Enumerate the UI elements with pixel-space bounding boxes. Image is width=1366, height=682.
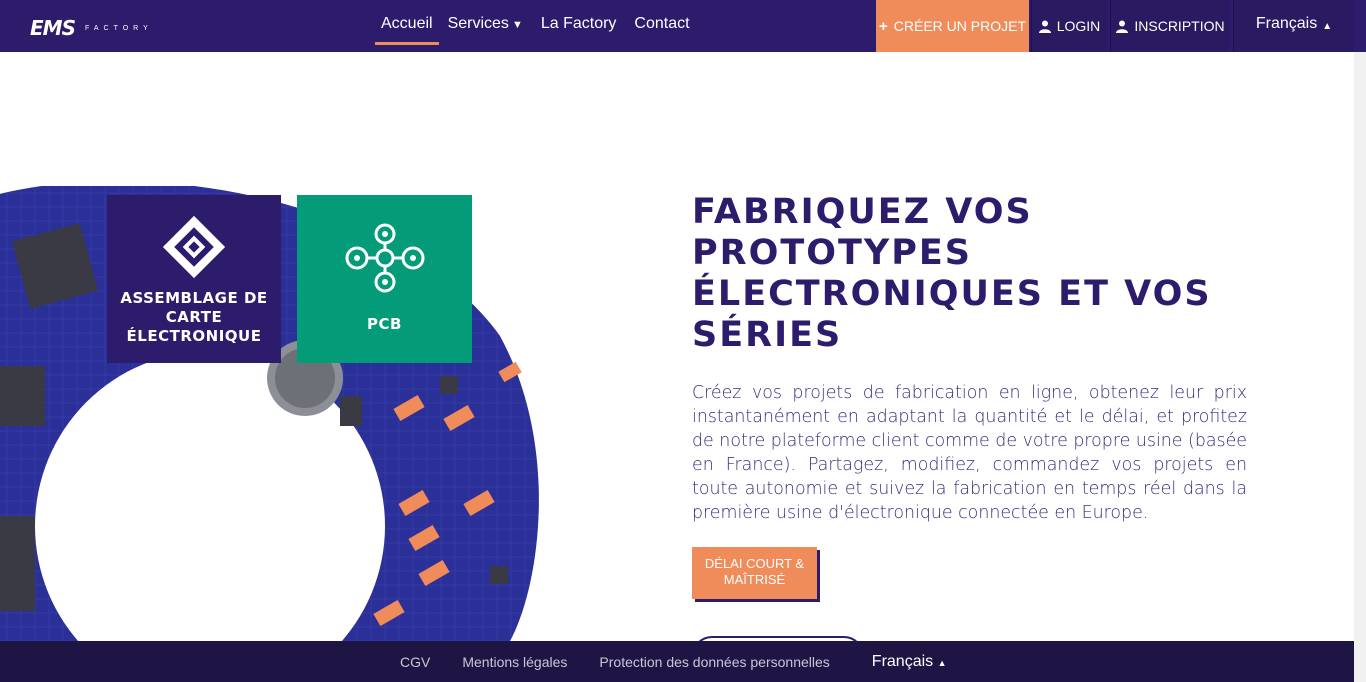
tile-assembly-label: ASSEMBLAGE DE CARTE ÉLECTRONIQUE [120, 289, 268, 345]
nav-label: Accueil [381, 15, 433, 32]
scrollbar[interactable] [1354, 52, 1366, 682]
header: EMS FACTORY Accueil Services ▼ La Factory… [0, 0, 1366, 52]
chip-icon [162, 215, 226, 279]
logo-mark: EMS [30, 16, 76, 40]
nav-item-contact[interactable]: Contact [625, 0, 698, 45]
caret-down-icon: ▼ [511, 19, 523, 31]
user-icon [1038, 20, 1051, 33]
create-project-label: CRÉER UN PROJET [893, 18, 1026, 34]
footer-language-label: Français [871, 652, 934, 670]
language-selector[interactable]: Français ▲ [1233, 0, 1354, 52]
user-icon [1116, 20, 1129, 33]
nav-label: Contact [634, 15, 690, 32]
footer-link-privacy[interactable]: Protection des données personnelles [599, 654, 829, 670]
language-label: Français [1255, 15, 1318, 32]
main-nav: Accueil Services ▼ La Factory Contact [375, 0, 699, 52]
nav-label: La Factory [540, 15, 617, 32]
nav-item-accueil[interactable]: Accueil [375, 0, 439, 45]
short-delay-button[interactable]: DÉLAI COURT & MAÎTRISÉ [692, 547, 817, 599]
hero-title: FABRIQUEZ VOS PROTOTYPES ÉLECTRONIQUES E… [692, 192, 1212, 355]
pcb-icon [345, 223, 424, 293]
tile-pcb-label: PCB [367, 315, 402, 333]
nav-label: Services [447, 15, 509, 32]
caret-up-icon: ▲ [937, 657, 947, 668]
login-button[interactable]: LOGIN [1031, 0, 1107, 52]
signup-button[interactable]: INSCRIPTION [1110, 0, 1230, 52]
tile-pcb[interactable]: PCB [297, 195, 472, 363]
nav-item-services[interactable]: Services ▼ [439, 0, 532, 45]
logo[interactable]: EMS FACTORY [30, 16, 153, 40]
signup-label: INSCRIPTION [1134, 18, 1225, 34]
tile-assembly[interactable]: ASSEMBLAGE DE CARTE ÉLECTRONIQUE [107, 195, 281, 363]
login-label: LOGIN [1056, 18, 1101, 34]
footer-link-mentions[interactable]: Mentions légales [462, 654, 567, 670]
plus-icon: + [879, 17, 888, 35]
footer: CGV Mentions légales Protection des donn… [0, 641, 1354, 682]
caret-up-icon: ▲ [1322, 20, 1333, 32]
create-project-button[interactable]: + CRÉER UN PROJET [876, 0, 1029, 52]
footer-link-cgv[interactable]: CGV [400, 654, 430, 670]
footer-language-selector[interactable]: Français ▲ [872, 653, 947, 671]
logo-sub: FACTORY [84, 24, 153, 32]
nav-item-la-factory[interactable]: La Factory [532, 0, 626, 45]
hero-description: Créez vos projets de fabrication en lign… [692, 383, 1247, 523]
